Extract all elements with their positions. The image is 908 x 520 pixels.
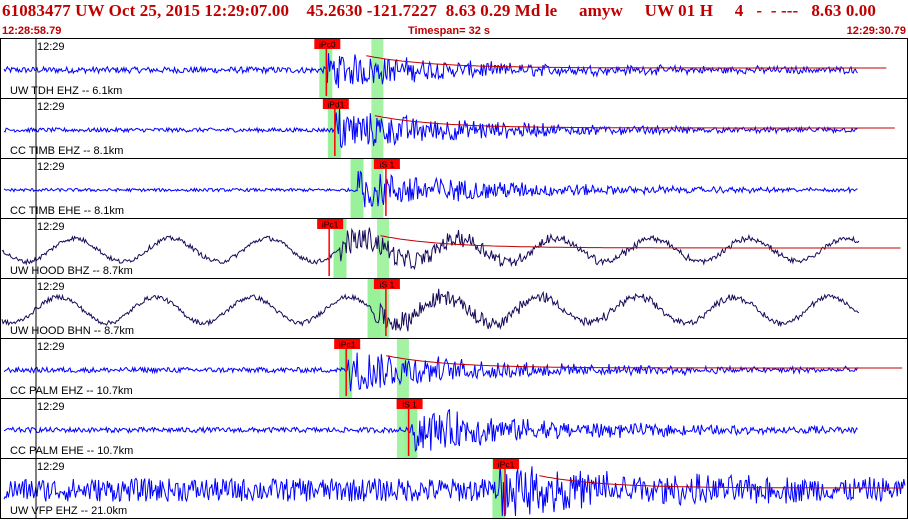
station-panel[interactable]: iS 1 12:29 CC PALM EHE -- 10.7km [0,398,908,459]
panel-time-label: 12:29 [37,221,65,233]
channel-label: UW VFP EHZ -- 21.0km [10,505,127,517]
phase-pick-label: iS 1 [402,400,417,410]
phase-pick-label: iPc1 [322,220,339,230]
window-end-time: 12:29:30.79 [846,25,906,37]
station-panel[interactable]: iPc1 12:29 UW VFP EHZ -- 21.0km [0,458,908,519]
panel-time-label: 12:29 [37,281,65,293]
channel-label: CC TIMB EHZ -- 8.1km [10,145,123,157]
panel-time-label: 12:29 [37,101,65,113]
phase-pick-label: iS 1 [380,280,395,290]
station-panel[interactable]: iPc1 12:29 CC PALM EHZ -- 10.7km [0,338,908,399]
phase-pick-label: iS 1 [380,160,395,170]
panel-frame [0,278,908,339]
phase-pick-label: iPd1 [327,100,344,110]
channel-label: UW HOOD BHN -- 8.7km [10,325,134,337]
window-start-time: 12:28:58.79 [2,25,62,37]
timespan-label: Timespan= 32 s [408,25,491,37]
station-panel[interactable]: iPc0 12:29 UW TDH EHZ -- 6.1km [0,38,908,99]
panel-time-label: 12:29 [37,41,65,53]
channel-label: CC TIMB EHE -- 8.1km [10,205,124,217]
panel-frame [0,158,908,219]
panel-time-label: 12:29 [37,401,65,413]
station-panel[interactable]: iPc1 12:29 UW HOOD BHZ -- 8.7km [0,218,908,279]
channel-label: CC PALM EHZ -- 10.7km [10,385,133,397]
station-panel[interactable]: iS 1 12:29 CC TIMB EHE -- 8.1km [0,158,908,219]
panel-time-label: 12:29 [37,161,65,173]
channel-label: UW HOOD BHZ -- 8.7km [10,265,133,277]
phase-pick-label: iPc0 [319,40,336,50]
panel-time-label: 12:29 [37,461,65,473]
event-summary-title: 61083477 UW Oct 25, 2015 12:29:07.00 45.… [2,1,876,20]
channel-label: UW TDH EHZ -- 6.1km [10,85,122,97]
s-window-band [371,99,384,158]
seismogram-panels[interactable]: iPc0 12:29 UW TDH EHZ -- 6.1km iPd1 12:29 CC … [0,38,908,520]
channel-label: CC PALM EHE -- 10.7km [10,445,133,457]
phase-pick-label: iPc1 [339,340,356,350]
station-panel[interactable]: iS 1 12:29 UW HOOD BHN -- 8.7km [0,278,908,339]
station-panel[interactable]: iPd1 12:29 CC TIMB EHZ -- 8.1km [0,98,908,159]
header-bar: 61083477 UW Oct 25, 2015 12:29:07.00 45.… [0,0,908,37]
panel-time-label: 12:29 [37,341,65,353]
phase-pick-label: iPc1 [498,460,515,470]
